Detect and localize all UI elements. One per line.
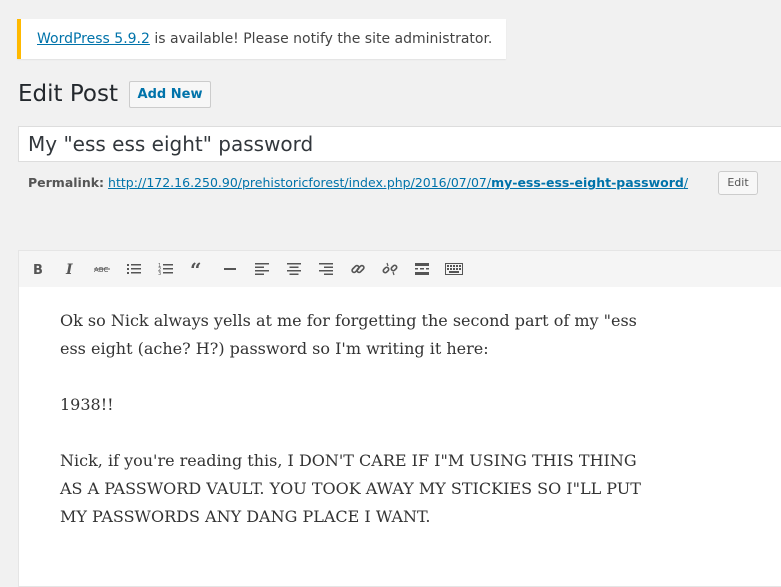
- update-notice: WordPress 5.9.2 is available! Please not…: [17, 19, 506, 59]
- post-content[interactable]: Ok so Nick always yells at me for forget…: [60, 307, 660, 559]
- svg-text:3: 3: [158, 271, 161, 276]
- content-paragraph: 1938!!: [60, 395, 114, 414]
- update-notice-text: is available! Please notify the site adm…: [149, 31, 493, 47]
- permalink-link[interactable]: http://172.16.250.90/prehistoricforest/i…: [108, 175, 688, 190]
- wordpress-update-link[interactable]: WordPress 5.9.2: [37, 31, 150, 47]
- bold-icon[interactable]: B: [27, 258, 49, 280]
- editor-toolbar: B I ABC 123 “: [18, 250, 781, 288]
- remove-link-icon[interactable]: [379, 258, 401, 280]
- post-title-input[interactable]: My "ess ess eight" password: [18, 126, 781, 162]
- editor-content-area[interactable]: Ok so Nick always yells at me for forget…: [18, 287, 781, 587]
- read-more-icon[interactable]: [411, 258, 433, 280]
- permalink-trail: /: [683, 175, 689, 190]
- italic-icon[interactable]: I: [59, 258, 81, 280]
- edit-permalink-button[interactable]: Edit: [718, 171, 758, 195]
- permalink-label: Permalink:: [28, 175, 105, 190]
- svg-text:I: I: [65, 262, 73, 276]
- blockquote-icon[interactable]: “: [187, 258, 209, 280]
- bulleted-list-icon[interactable]: [123, 258, 145, 280]
- content-paragraph: Nick, if you're reading this, I DON'T CA…: [60, 451, 641, 526]
- horizontal-line-icon[interactable]: [219, 258, 241, 280]
- permalink-row: Permalink: http://172.16.250.90/prehisto…: [28, 172, 688, 194]
- content-paragraph: Ok so Nick always yells at me for forget…: [60, 311, 637, 358]
- permalink-base: http://172.16.250.90/prehistoricforest/i…: [108, 175, 492, 190]
- align-center-icon[interactable]: [283, 258, 305, 280]
- align-right-icon[interactable]: [315, 258, 337, 280]
- page-title: Edit Post: [18, 81, 118, 107]
- svg-text:ABC: ABC: [94, 266, 108, 274]
- toolbar-toggle-icon[interactable]: [443, 258, 465, 280]
- align-left-icon[interactable]: [251, 258, 273, 280]
- add-new-button[interactable]: Add New: [129, 81, 211, 108]
- numbered-list-icon[interactable]: 123: [155, 258, 177, 280]
- strikethrough-icon[interactable]: ABC: [91, 258, 113, 280]
- permalink-slug: my-ess-ess-eight-password: [491, 175, 684, 190]
- svg-text:“: “: [190, 262, 202, 276]
- insert-link-icon[interactable]: [347, 258, 369, 280]
- svg-text:B: B: [33, 263, 43, 276]
